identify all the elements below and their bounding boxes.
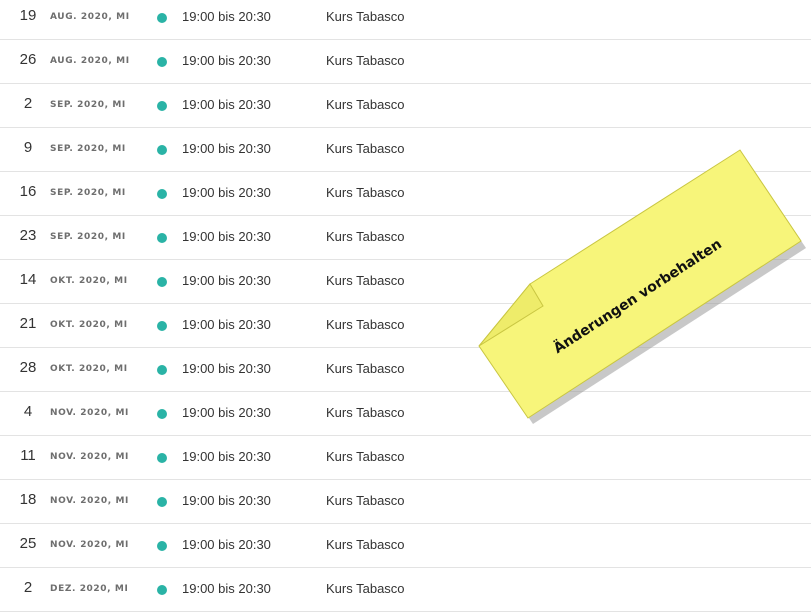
status-dot-icon bbox=[157, 497, 167, 507]
event-time: 19:00 bis 20:30 bbox=[182, 449, 271, 464]
event-row[interactable]: 2 DEZ. 2020, MI 19:00 bis 20:30 Kurs Tab… bbox=[0, 568, 811, 612]
status-dot-icon bbox=[157, 233, 167, 243]
event-day: 14 bbox=[19, 271, 37, 288]
event-month: SEP. 2020, MI bbox=[50, 232, 126, 242]
status-dot-icon bbox=[157, 365, 167, 375]
event-title[interactable]: Kurs Tabasco bbox=[326, 273, 405, 288]
event-title[interactable]: Kurs Tabasco bbox=[326, 537, 405, 552]
event-month: SEP. 2020, MI bbox=[50, 188, 126, 198]
event-time: 19:00 bis 20:30 bbox=[182, 53, 271, 68]
event-title[interactable]: Kurs Tabasco bbox=[326, 405, 405, 420]
event-month: NOV. 2020, MI bbox=[50, 540, 130, 550]
event-row[interactable]: 18 NOV. 2020, MI 19:00 bis 20:30 Kurs Ta… bbox=[0, 480, 811, 524]
event-time: 19:00 bis 20:30 bbox=[182, 317, 271, 332]
event-month: SEP. 2020, MI bbox=[50, 144, 126, 154]
event-title[interactable]: Kurs Tabasco bbox=[326, 581, 405, 596]
event-row[interactable]: 21 OKT. 2020, MI 19:00 bis 20:30 Kurs Ta… bbox=[0, 304, 811, 348]
event-month: NOV. 2020, MI bbox=[50, 408, 130, 418]
event-month: DEZ. 2020, MI bbox=[50, 584, 129, 594]
event-day: 28 bbox=[19, 359, 37, 376]
event-day: 19 bbox=[19, 7, 37, 24]
event-row[interactable]: 19 AUG. 2020, MI 19:00 bis 20:30 Kurs Ta… bbox=[0, 0, 811, 40]
event-row[interactable]: 16 SEP. 2020, MI 19:00 bis 20:30 Kurs Ta… bbox=[0, 172, 811, 216]
event-title[interactable]: Kurs Tabasco bbox=[326, 185, 405, 200]
event-row[interactable]: 4 NOV. 2020, MI 19:00 bis 20:30 Kurs Tab… bbox=[0, 392, 811, 436]
event-day: 23 bbox=[19, 227, 37, 244]
event-month: AUG. 2020, MI bbox=[50, 56, 130, 66]
event-row[interactable]: 11 NOV. 2020, MI 19:00 bis 20:30 Kurs Ta… bbox=[0, 436, 811, 480]
event-day: 11 bbox=[20, 447, 36, 464]
event-day: 25 bbox=[19, 535, 37, 552]
event-title[interactable]: Kurs Tabasco bbox=[326, 317, 405, 332]
event-title[interactable]: Kurs Tabasco bbox=[326, 9, 405, 24]
event-day: 18 bbox=[19, 491, 37, 508]
event-row[interactable]: 9 SEP. 2020, MI 19:00 bis 20:30 Kurs Tab… bbox=[0, 128, 811, 172]
event-day: 4 bbox=[23, 403, 33, 420]
event-time: 19:00 bis 20:30 bbox=[182, 537, 271, 552]
event-title[interactable]: Kurs Tabasco bbox=[326, 53, 405, 68]
event-row[interactable]: 25 NOV. 2020, MI 19:00 bis 20:30 Kurs Ta… bbox=[0, 524, 811, 568]
status-dot-icon bbox=[157, 453, 167, 463]
event-time: 19:00 bis 20:30 bbox=[182, 141, 271, 156]
event-day: 16 bbox=[19, 183, 37, 200]
event-day: 26 bbox=[19, 51, 37, 68]
status-dot-icon bbox=[157, 145, 167, 155]
event-list: 19 AUG. 2020, MI 19:00 bis 20:30 Kurs Ta… bbox=[0, 0, 811, 612]
status-dot-icon bbox=[157, 321, 167, 331]
event-month: AUG. 2020, MI bbox=[50, 12, 130, 22]
status-dot-icon bbox=[157, 409, 167, 419]
event-month: NOV. 2020, MI bbox=[50, 452, 130, 462]
event-day: 21 bbox=[19, 315, 37, 332]
event-title[interactable]: Kurs Tabasco bbox=[326, 361, 405, 376]
event-time: 19:00 bis 20:30 bbox=[182, 229, 271, 244]
event-time: 19:00 bis 20:30 bbox=[182, 405, 271, 420]
event-time: 19:00 bis 20:30 bbox=[182, 581, 271, 596]
event-title[interactable]: Kurs Tabasco bbox=[326, 229, 405, 244]
event-month: OKT. 2020, MI bbox=[50, 364, 128, 374]
event-day: 9 bbox=[23, 139, 33, 156]
event-time: 19:00 bis 20:30 bbox=[182, 9, 271, 24]
status-dot-icon bbox=[157, 101, 167, 111]
event-title[interactable]: Kurs Tabasco bbox=[326, 449, 405, 464]
status-dot-icon bbox=[157, 277, 167, 287]
event-row[interactable]: 28 OKT. 2020, MI 19:00 bis 20:30 Kurs Ta… bbox=[0, 348, 811, 392]
event-row[interactable]: 26 AUG. 2020, MI 19:00 bis 20:30 Kurs Ta… bbox=[0, 40, 811, 84]
event-time: 19:00 bis 20:30 bbox=[182, 97, 271, 112]
event-day: 2 bbox=[23, 579, 33, 596]
status-dot-icon bbox=[157, 13, 167, 23]
status-dot-icon bbox=[157, 189, 167, 199]
event-row[interactable]: 14 OKT. 2020, MI 19:00 bis 20:30 Kurs Ta… bbox=[0, 260, 811, 304]
event-title[interactable]: Kurs Tabasco bbox=[326, 97, 405, 112]
event-month: NOV. 2020, MI bbox=[50, 496, 130, 506]
event-time: 19:00 bis 20:30 bbox=[182, 273, 271, 288]
event-row[interactable]: 23 SEP. 2020, MI 19:00 bis 20:30 Kurs Ta… bbox=[0, 216, 811, 260]
status-dot-icon bbox=[157, 585, 167, 595]
event-time: 19:00 bis 20:30 bbox=[182, 493, 271, 508]
event-month: SEP. 2020, MI bbox=[50, 100, 126, 110]
event-title[interactable]: Kurs Tabasco bbox=[326, 493, 405, 508]
status-dot-icon bbox=[157, 541, 167, 551]
event-row[interactable]: 2 SEP. 2020, MI 19:00 bis 20:30 Kurs Tab… bbox=[0, 84, 811, 128]
event-month: OKT. 2020, MI bbox=[50, 320, 128, 330]
event-time: 19:00 bis 20:30 bbox=[182, 361, 271, 376]
event-time: 19:00 bis 20:30 bbox=[182, 185, 271, 200]
event-month: OKT. 2020, MI bbox=[50, 276, 128, 286]
event-day: 2 bbox=[23, 95, 33, 112]
status-dot-icon bbox=[157, 57, 167, 67]
event-title[interactable]: Kurs Tabasco bbox=[326, 141, 405, 156]
